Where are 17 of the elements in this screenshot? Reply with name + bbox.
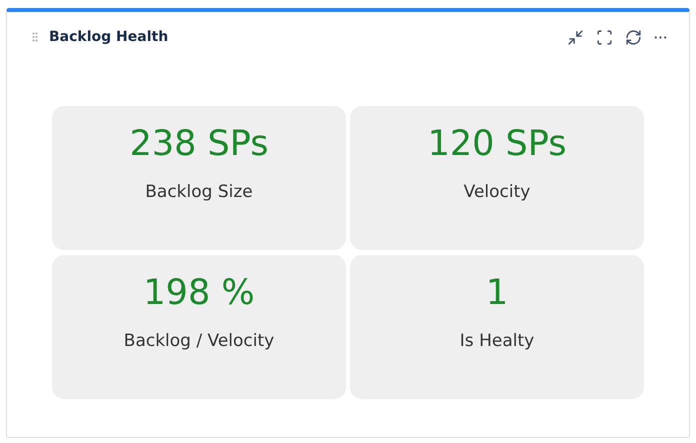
more-button[interactable] — [654, 36, 667, 38]
ellipsis-icon — [654, 36, 667, 38]
metric-value: 198 % — [143, 272, 255, 315]
metric-value: 1 — [486, 272, 508, 315]
metric-label: Backlog Size — [145, 182, 253, 202]
metric-value: 238 SPs — [130, 123, 268, 166]
refresh-button[interactable] — [625, 28, 642, 46]
minimize-button[interactable] — [567, 28, 584, 46]
metric-value: 120 SPs — [428, 123, 566, 166]
metric-label: Backlog / Velocity — [124, 331, 274, 351]
fullscreen-icon — [596, 28, 613, 46]
fullscreen-button[interactable] — [596, 28, 613, 46]
metric-label: Is Healty — [460, 331, 534, 351]
minimize-icon — [567, 28, 584, 46]
refresh-icon — [625, 28, 642, 46]
metric-label: Velocity — [464, 182, 530, 202]
widget-title: Backlog Health — [49, 29, 170, 45]
